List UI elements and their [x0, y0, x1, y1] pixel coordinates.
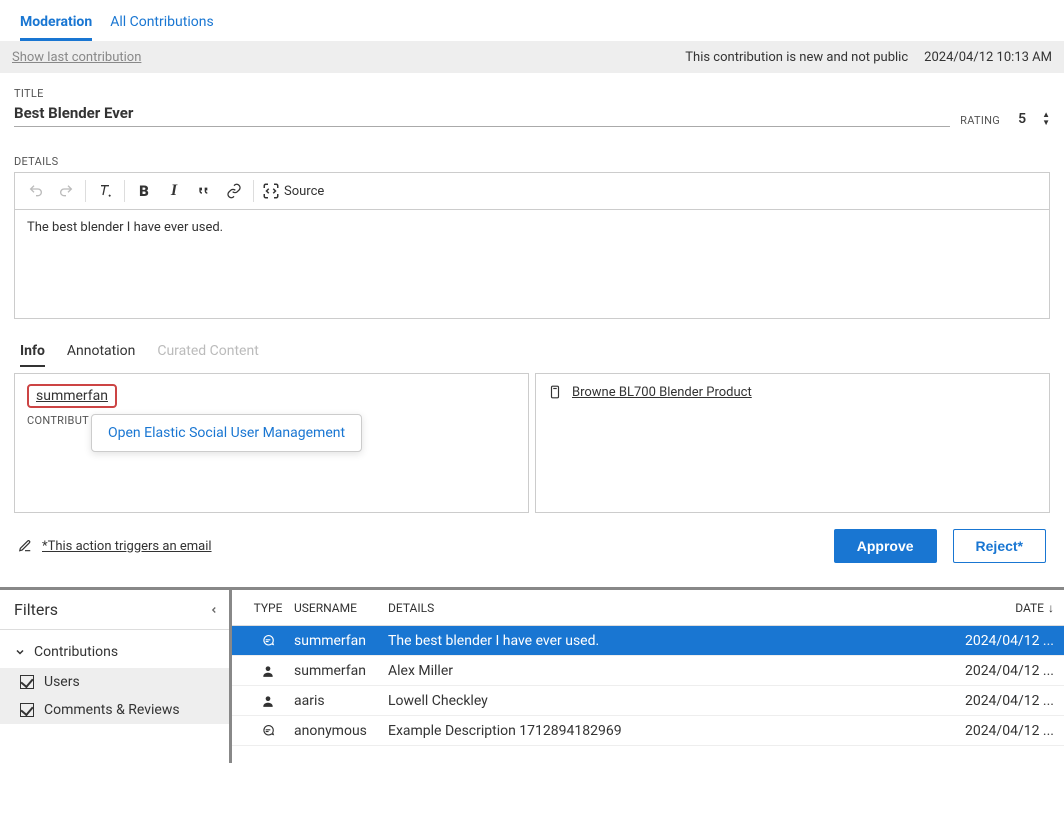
table-row[interactable]: summerfanThe best blender I have ever us…	[232, 626, 1064, 656]
reject-button[interactable]: Reject*	[953, 529, 1046, 563]
pencil-icon	[18, 539, 32, 553]
checkbox-icon	[20, 703, 34, 717]
product-link[interactable]: Browne BL700 Blender Product	[572, 385, 752, 400]
subtab-curated: Curated Content	[157, 343, 258, 367]
row-username: anonymous	[294, 723, 388, 739]
contribution-timestamp: 2024/04/12 10:13 AM	[924, 50, 1052, 65]
notice-bar: Show last contribution This contribution…	[0, 42, 1064, 73]
rating-label: RATING	[960, 114, 1000, 127]
clear-formatting-button[interactable]	[90, 177, 120, 205]
row-type-icon	[242, 634, 294, 648]
editor-toolbar: B I Source	[14, 172, 1050, 209]
subtabs: Info Annotation Curated Content	[14, 319, 1050, 373]
row-date: 2024/04/12 ...	[944, 663, 1054, 679]
filter-item-users[interactable]: Users	[0, 668, 229, 696]
row-date: 2024/04/12 ...	[944, 693, 1054, 709]
open-esum-popup[interactable]: Open Elastic Social User Management	[91, 414, 362, 452]
title-label: TITLE	[14, 87, 1050, 100]
filter-item-label: Comments & Reviews	[44, 702, 180, 718]
row-username: summerfan	[294, 633, 388, 649]
source-icon	[262, 182, 280, 200]
row-details: Lowell Checkley	[388, 693, 944, 709]
italic-button[interactable]: I	[159, 177, 189, 205]
contributions-table: TYPE USERNAME DETAILS DATE ↓ summerfanTh…	[232, 590, 1064, 763]
row-type-icon	[242, 694, 294, 708]
filter-item-comments-reviews[interactable]: Comments & Reviews	[0, 696, 229, 724]
redo-button[interactable]	[51, 177, 81, 205]
col-header-details[interactable]: DETAILS	[388, 601, 944, 615]
row-date: 2024/04/12 ...	[944, 633, 1054, 649]
subtab-info[interactable]: Info	[20, 343, 45, 367]
filters-group-contributions[interactable]: Contributions	[0, 636, 229, 668]
row-type-icon	[242, 724, 294, 738]
col-header-type[interactable]: TYPE	[242, 601, 294, 615]
quote-icon	[196, 183, 212, 199]
sort-desc-icon: ↓	[1048, 601, 1054, 615]
details-label: DETAILS	[14, 155, 1050, 168]
show-last-contribution-link[interactable]: Show last contribution	[12, 50, 141, 65]
row-details: Alex Miller	[388, 663, 944, 679]
product-icon	[548, 384, 562, 400]
contributor-link[interactable]: summerfan	[33, 387, 111, 405]
contributor-box: summerfan CONTRIBUT Open Elastic Social …	[14, 373, 529, 513]
row-type-icon	[242, 664, 294, 678]
tab-all-contributions[interactable]: All Contributions	[110, 6, 213, 41]
product-box: Browne BL700 Blender Product	[535, 373, 1050, 513]
table-row[interactable]: aarisLowell Checkley2024/04/12 ...	[232, 686, 1064, 716]
approve-button[interactable]: Approve	[834, 529, 937, 563]
row-username: summerfan	[294, 663, 388, 679]
link-button[interactable]	[219, 177, 249, 205]
table-header: TYPE USERNAME DETAILS DATE ↓	[232, 590, 1064, 626]
undo-button[interactable]	[21, 177, 51, 205]
rating-stepper[interactable]: ▲ ▼	[1042, 111, 1050, 127]
row-details: The best blender I have ever used.	[388, 633, 944, 649]
collapse-filters-icon[interactable]	[209, 603, 219, 617]
top-tabs: Moderation All Contributions	[0, 0, 1064, 42]
filters-group-label: Contributions	[34, 644, 118, 660]
col-header-date[interactable]: DATE ↓	[944, 601, 1054, 615]
stepper-down-icon[interactable]: ▼	[1042, 119, 1050, 127]
clear-format-icon	[97, 183, 113, 199]
contributor-link-highlight: summerfan	[27, 384, 117, 408]
link-icon	[226, 183, 242, 199]
rating-value: 5	[1018, 111, 1026, 127]
table-row[interactable]: anonymousExample Description 17128941829…	[232, 716, 1064, 746]
undo-icon	[28, 183, 44, 199]
chevron-down-icon	[14, 646, 26, 658]
subtab-annotation[interactable]: Annotation	[67, 343, 135, 367]
filters-title: Filters	[14, 600, 58, 619]
row-details: Example Description 1712894182969	[388, 723, 944, 739]
source-button-label: Source	[284, 184, 324, 199]
checkbox-icon	[20, 675, 34, 689]
bold-button[interactable]: B	[129, 177, 159, 205]
title-input[interactable]: Best Blender Ever	[14, 104, 950, 127]
action-row: *This action triggers an email Approve R…	[14, 513, 1050, 577]
contribution-status: This contribution is new and not public	[685, 50, 908, 65]
info-panel: summerfan CONTRIBUT Open Elastic Social …	[14, 373, 1050, 513]
quote-button[interactable]	[189, 177, 219, 205]
col-header-username[interactable]: USERNAME	[294, 601, 388, 615]
tab-moderation[interactable]: Moderation	[20, 6, 92, 41]
details-editor[interactable]: The best blender I have ever used.	[14, 209, 1050, 319]
table-row[interactable]: summerfanAlex Miller2024/04/12 ...	[232, 656, 1064, 686]
row-date: 2024/04/12 ...	[944, 723, 1054, 739]
filters-panel: Filters Contributions Users Comments & R…	[0, 590, 232, 763]
lower-split: Filters Contributions Users Comments & R…	[0, 587, 1064, 763]
email-note-link[interactable]: *This action triggers an email	[42, 539, 212, 554]
filter-item-label: Users	[44, 674, 80, 690]
redo-icon	[58, 183, 74, 199]
source-button[interactable]: Source	[258, 182, 328, 200]
row-username: aaris	[294, 693, 388, 709]
